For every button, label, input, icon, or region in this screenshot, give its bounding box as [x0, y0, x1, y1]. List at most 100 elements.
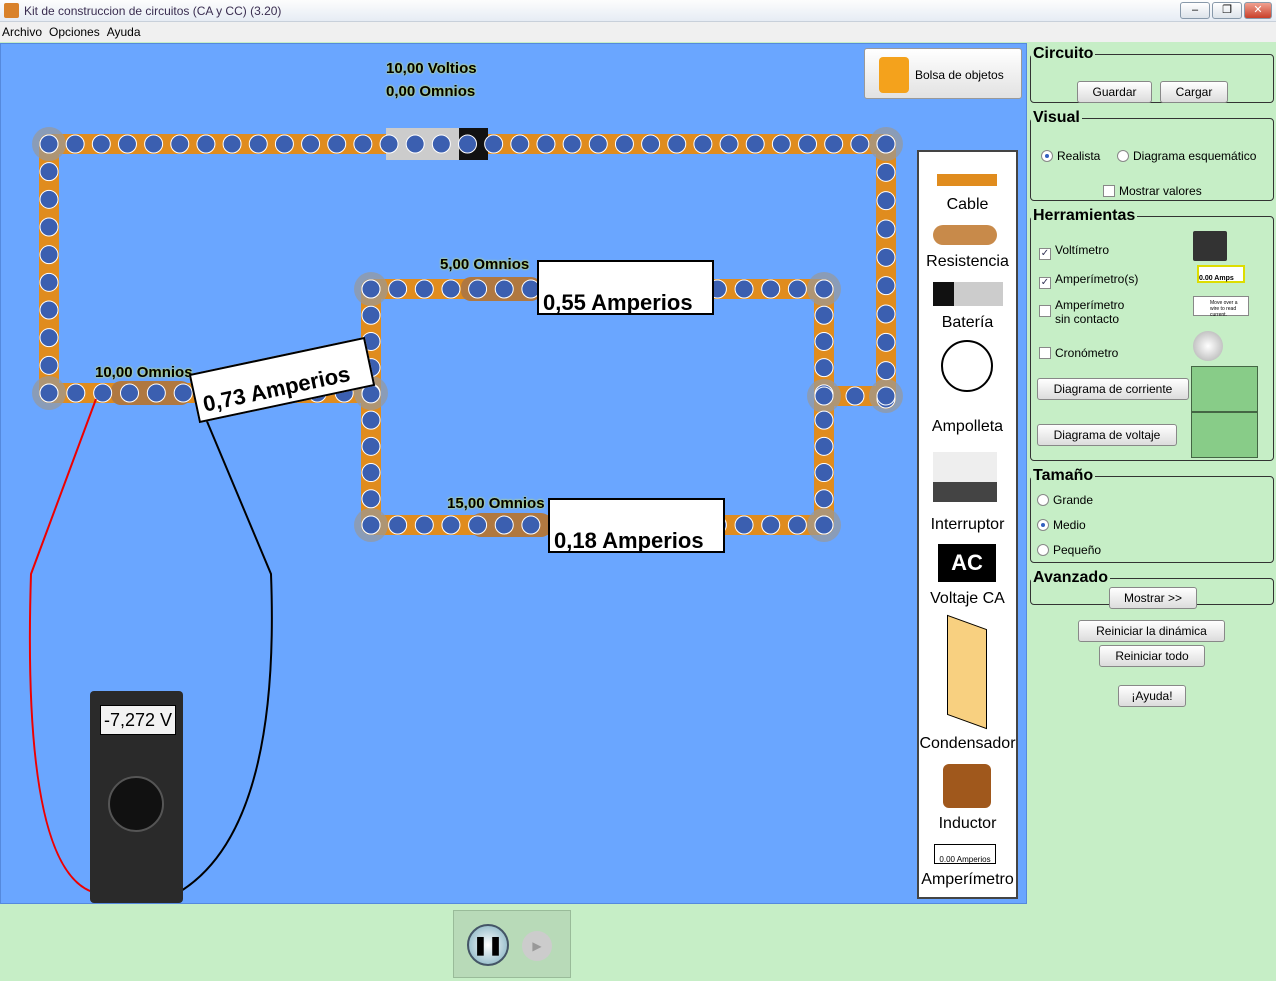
voltmeter-dial: [108, 776, 164, 832]
electron: [65, 134, 85, 154]
reset-all-button[interactable]: Reiniciar todo: [1099, 645, 1205, 667]
electron: [117, 134, 137, 154]
electron: [173, 383, 193, 403]
electron: [414, 515, 434, 535]
radio-grande[interactable]: Grande: [1037, 493, 1093, 507]
electron: [876, 219, 896, 239]
tool-amperimetro[interactable]: Amperímetro: [919, 871, 1016, 889]
current-chart-button[interactable]: Diagrama de corriente: [1037, 378, 1189, 400]
electron: [361, 489, 381, 509]
electron: [562, 134, 582, 154]
electron: [614, 134, 634, 154]
radio-realista[interactable]: Realista: [1041, 149, 1100, 163]
ammeter-thumb-icon: 0.00 Amps: [1197, 265, 1245, 283]
close-button[interactable]: ✕: [1244, 2, 1272, 19]
reset-dynamics-button[interactable]: Reiniciar la dinámica: [1078, 620, 1225, 642]
electron: [361, 305, 381, 325]
tool-ampolleta[interactable]: Ampolleta: [919, 418, 1016, 436]
electron: [361, 436, 381, 456]
radio-esquematico[interactable]: Diagrama esquemático: [1117, 149, 1256, 163]
load-button[interactable]: Cargar: [1160, 81, 1228, 103]
checkbox-cronometro[interactable]: Cronómetro: [1039, 346, 1118, 360]
bag-label: Bolsa de objetos: [915, 68, 1004, 82]
ammeter[interactable]: 0,18 Amperios: [548, 498, 725, 553]
electron: [388, 279, 408, 299]
avanzado-title: Avanzado: [1033, 569, 1108, 586]
voltmeter[interactable]: -7,272 V: [90, 691, 183, 903]
capacitor-icon: [947, 614, 987, 730]
voltage-chart-thumb-icon: [1191, 412, 1258, 458]
tool-resistencia[interactable]: Resistencia: [919, 253, 1016, 271]
electron: [814, 410, 834, 430]
resistor-label: 15,00 Omnios: [447, 495, 545, 512]
electron: [361, 463, 381, 483]
tool-voltaje-ca[interactable]: Voltaje CA: [919, 590, 1016, 608]
electron: [248, 134, 268, 154]
electron: [745, 134, 765, 154]
menu-ayuda[interactable]: Ayuda: [105, 22, 143, 39]
noncontact-thumb-icon: Move over a wire to read current.: [1193, 296, 1249, 318]
electron: [787, 279, 807, 299]
battery-voltage-label: 10,00 Voltios: [386, 60, 477, 77]
voltage-chart-button[interactable]: Diagrama de voltaje: [1037, 424, 1177, 446]
electron: [734, 279, 754, 299]
electron: [441, 279, 461, 299]
step-button[interactable]: ▶: [522, 931, 552, 961]
electron: [414, 279, 434, 299]
tool-interruptor[interactable]: Interruptor: [919, 516, 1016, 534]
electron: [510, 134, 530, 154]
electron: [196, 134, 216, 154]
electron: [274, 134, 294, 154]
checkbox-amperimetros[interactable]: ✓ Amperímetro(s): [1039, 272, 1138, 289]
ammeter-icon: 0.00 Amperios: [934, 844, 996, 864]
save-button[interactable]: Guardar: [1077, 81, 1152, 103]
resistor-icon: [933, 225, 997, 245]
electron: [39, 189, 59, 209]
ammeter[interactable]: 0,55 Amperios: [537, 260, 714, 315]
tool-bateria[interactable]: Batería: [919, 314, 1016, 332]
help-button[interactable]: ¡Ayuda!: [1118, 685, 1186, 707]
electron: [494, 515, 514, 535]
inductor-icon: [943, 764, 991, 808]
avanzado-group: Avanzado Mostrar >>: [1030, 569, 1274, 609]
electron: [222, 134, 242, 154]
herramientas-title: Herramientas: [1033, 207, 1136, 224]
visual-group: Visual Realista Diagrama esquemático Mos…: [1030, 109, 1274, 201]
battery-icon: [933, 282, 1003, 306]
tool-condensador[interactable]: Condensador: [919, 735, 1016, 753]
object-bag-button[interactable]: Bolsa de objetos: [864, 48, 1022, 99]
electron: [761, 515, 781, 535]
tool-cable[interactable]: Cable: [919, 196, 1016, 214]
electron: [144, 134, 164, 154]
electron: [734, 515, 754, 535]
electron: [876, 361, 896, 381]
pause-button[interactable]: ❚❚: [467, 924, 509, 966]
electron: [39, 328, 59, 348]
radio-pequeno[interactable]: Pequeño: [1037, 543, 1101, 557]
electron: [91, 134, 111, 154]
electron: [170, 134, 190, 154]
electron: [39, 217, 59, 237]
tool-inductor[interactable]: Inductor: [919, 815, 1016, 833]
voltmeter-thumb-icon: [1193, 231, 1227, 261]
electron: [39, 383, 59, 403]
mostrar-advanced-button[interactable]: Mostrar >>: [1109, 587, 1197, 609]
electron: [39, 245, 59, 265]
menu-archivo[interactable]: Archivo: [0, 22, 44, 39]
checkbox-sin-contacto[interactable]: Amperímetro sin contacto: [1039, 298, 1124, 326]
electron: [693, 134, 713, 154]
electron: [379, 134, 399, 154]
window-title: Kit de construccion de circuitos (CA y C…: [24, 4, 282, 18]
electron: [39, 272, 59, 292]
radio-medio[interactable]: Medio: [1037, 518, 1086, 532]
electron: [405, 134, 425, 154]
menu-opciones[interactable]: Opciones: [47, 22, 102, 39]
electron: [361, 410, 381, 430]
electron: [761, 279, 781, 299]
stopwatch-icon: [1193, 331, 1223, 361]
electron: [353, 134, 373, 154]
minimize-button[interactable]: –: [1180, 2, 1210, 19]
checkbox-mostrar-valores[interactable]: Mostrar valores: [1103, 184, 1202, 198]
maximize-button[interactable]: ❐: [1212, 2, 1242, 19]
checkbox-voltimetro[interactable]: ✓ Voltímetro: [1039, 243, 1109, 260]
